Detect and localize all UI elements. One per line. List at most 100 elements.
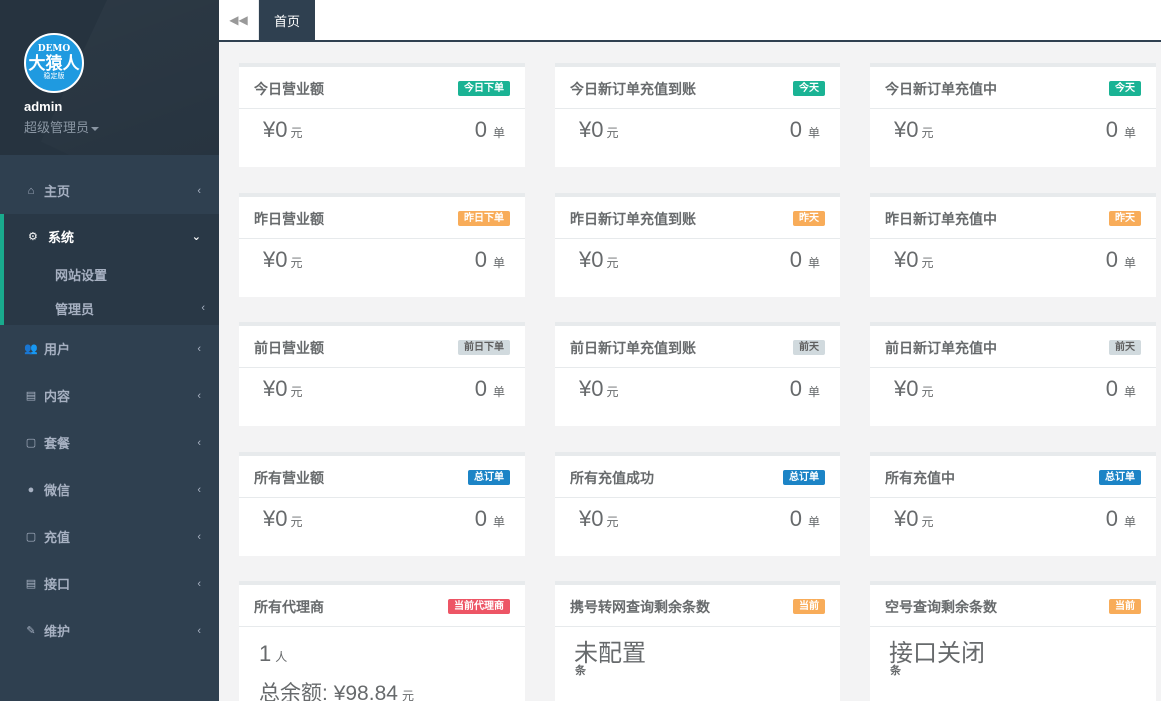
nav-item-package[interactable]: ▢ 套餐 ‹ (0, 419, 219, 466)
status-badge: 当前代理商 (448, 599, 510, 614)
total-balance: 总余额: ¥98.84 元 (259, 677, 414, 701)
tabs-scroll-left-button[interactable]: ◀◀ (219, 0, 259, 40)
nav-subitem-admins[interactable]: 管理员 ‹ (4, 291, 219, 325)
count-number: 0 (789, 117, 802, 142)
chevron-left-icon: ‹ (197, 530, 201, 543)
nav-item-home[interactable]: ⌂ 主页 ‹ (0, 167, 219, 214)
status-badge: 前天 (1109, 340, 1141, 355)
amount-unit: 元 (921, 515, 934, 529)
status-badge: 昨日下单 (458, 211, 510, 226)
nav-item-content[interactable]: ▤ 内容 ‹ (0, 372, 219, 419)
amount-unit: 元 (921, 256, 934, 270)
count-value: 0单 (790, 506, 820, 532)
gears-icon: ⚙ (28, 230, 38, 243)
count-unit: 单 (1123, 385, 1136, 399)
tab-label: 首页 (273, 13, 300, 29)
nav-group-system: ⚙ 系统 ⌄ 网站设置 管理员 ‹ (0, 214, 219, 325)
sidebar: DEMO 大猿人 稳定版 admin 超级管理员 ⌂ 主页 ‹ ⚙ 系统 ⌄ 网… (0, 0, 219, 701)
amount-number: 0 (906, 117, 919, 142)
nav-subitem-site-settings[interactable]: 网站设置 (4, 258, 219, 291)
nav-label: 主页 (44, 184, 71, 199)
users-icon: 👥 (24, 343, 38, 355)
nav-item-recharge[interactable]: ▢ 充值 ‹ (0, 513, 219, 560)
count-number: 0 (474, 376, 487, 401)
port-query-unit: 条 (575, 665, 586, 677)
file-icon: ▤ (25, 578, 37, 590)
amount-value: ¥0 元 (263, 247, 303, 273)
amount-number: 0 (906, 247, 919, 272)
amount-number: 0 (906, 376, 919, 401)
card-title: 所有充值成功 (570, 470, 654, 486)
balance-label: 总余额: (259, 682, 328, 701)
role-dropdown[interactable]: 超级管理员 (24, 117, 219, 136)
card-title: 昨日营业额 (254, 211, 324, 227)
amount-number: 0 (591, 247, 604, 272)
card-title: 所有营业额 (254, 470, 324, 486)
port-query-card: 携号转网查询剩余条数 当前 未配置 条 (555, 581, 840, 701)
chevron-left-icon: ‹ (197, 389, 201, 402)
nav-label: 内容 (44, 389, 71, 404)
amount-value: ¥0 元 (263, 376, 303, 402)
stat-card: 前日新订单充值到账 前天 ¥0 元 0 单 (555, 322, 840, 426)
card-title: 昨日新订单充值到账 (570, 211, 696, 227)
nav-item-api[interactable]: ▤ 接口 ‹ (0, 560, 219, 607)
status-badge: 昨天 (1109, 211, 1141, 226)
amount-unit: 元 (290, 126, 303, 140)
caret-down-icon (91, 126, 100, 131)
tab-home[interactable]: 首页 (259, 0, 315, 40)
count-number: 0 (474, 117, 487, 142)
currency-sign: ¥ (263, 117, 276, 142)
profile-panel: DEMO 大猿人 稳定版 admin 超级管理员 (0, 0, 219, 155)
empty-number-query-card: 空号查询剩余条数 当前 接口关闭 条 (870, 581, 1156, 701)
username: admin (24, 99, 63, 114)
card-title: 前日新订单充值到账 (570, 340, 696, 356)
count-value: 0单 (1106, 376, 1136, 402)
count-number: 0 (1105, 506, 1118, 531)
count-value: 0单 (475, 376, 505, 402)
amount-unit: 元 (606, 385, 619, 399)
top-tab-bar: ◀◀ 首页 (219, 0, 1161, 42)
amount-value: ¥0 元 (894, 247, 934, 273)
count-number: 0 (789, 247, 802, 272)
amount-value: ¥0 元 (263, 506, 303, 532)
currency-sign: ¥ (894, 376, 907, 401)
status-badge: 昨天 (793, 211, 825, 226)
currency-sign: ¥ (263, 506, 276, 531)
nav-item-users[interactable]: 👥 用户 ‹ (0, 325, 219, 372)
status-badge: 前日下单 (458, 340, 510, 355)
status-badge: 今日下单 (458, 81, 510, 96)
empty-query-value: 接口关闭 (889, 640, 985, 667)
amount-number: 0 (275, 247, 288, 272)
nav-item-system[interactable]: ⚙ 系统 ⌄ (4, 214, 219, 258)
nav-label: 用户 (44, 342, 71, 357)
card-title: 今日营业额 (254, 81, 324, 97)
nav-label: 系统 (48, 229, 75, 245)
count-value: 0单 (475, 247, 505, 273)
nav-label: 网站设置 (55, 268, 108, 283)
file-icon: ▤ (25, 390, 37, 402)
card-title: 今日新订单充值到账 (570, 81, 696, 97)
count-number: 0 (1105, 376, 1118, 401)
currency-sign: ¥ (894, 247, 907, 272)
currency-sign: ¥ (894, 117, 907, 142)
amount-unit: 元 (290, 515, 303, 529)
currency-sign: ¥ (579, 376, 592, 401)
amount-number: 0 (906, 506, 919, 531)
agent-count: 1人 (259, 641, 287, 667)
card-title: 前日新订单充值中 (885, 340, 997, 356)
count-unit: 单 (1123, 126, 1136, 140)
nav-item-wechat[interactable]: ● 微信 ‹ (0, 466, 219, 513)
count-number: 0 (789, 376, 802, 401)
count-value: 0单 (475, 117, 505, 143)
agents-card: 所有代理商 当前代理商 1人 总余额: ¥98.84 元 (239, 581, 525, 701)
currency-sign: ¥ (579, 247, 592, 272)
stat-card: 今日新订单充值中 今天 ¥0 元 0 单 (870, 63, 1156, 167)
nav-item-maintain[interactable]: ✎ 维护 ‹ (0, 607, 219, 654)
amount-value: ¥0 元 (894, 506, 934, 532)
nav-label: 套餐 (44, 436, 71, 451)
count-unit: 单 (492, 126, 505, 140)
count-unit: 单 (807, 515, 820, 529)
status-badge: 总订单 (1099, 470, 1141, 485)
role-label: 超级管理员 (24, 120, 90, 135)
chevron-down-icon: ⌄ (191, 230, 201, 243)
